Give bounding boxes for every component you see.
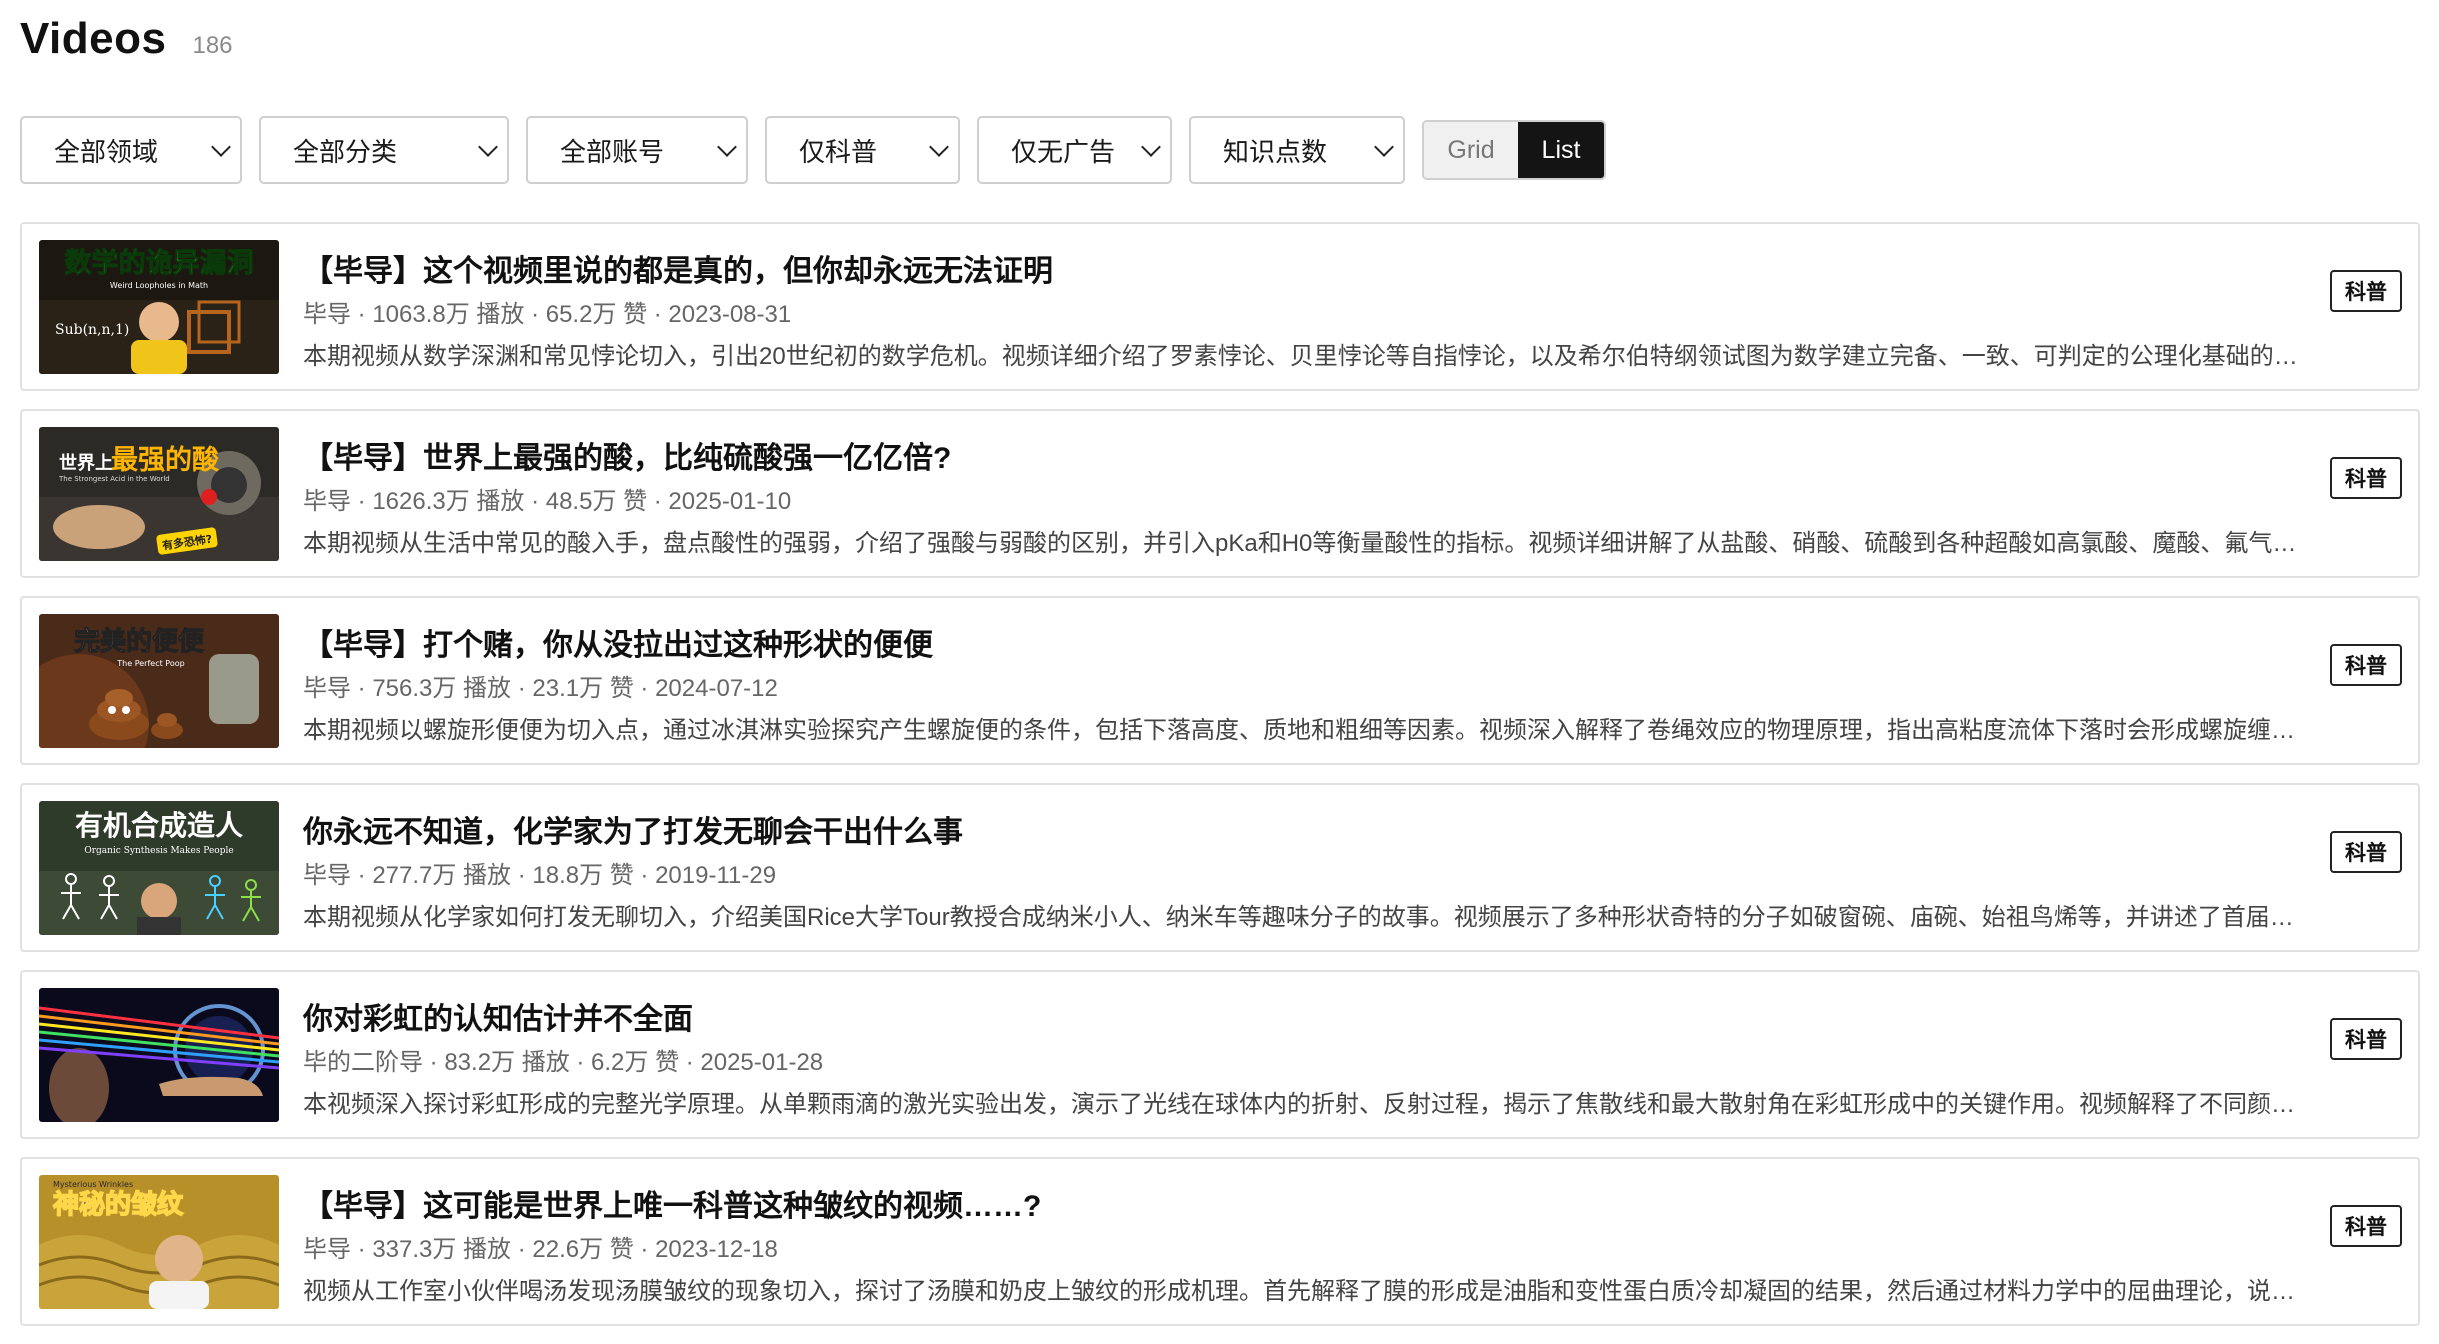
thumb-subtitle: Mysterious Wrinkles bbox=[53, 1180, 133, 1189]
video-card[interactable]: 世界上 最强的酸 The Strongest Acid in the World… bbox=[20, 409, 2420, 578]
filter-bar: 全部领域 全部分类 全部账号 仅科普 仅无广告 知识点数 Grid List bbox=[20, 115, 1606, 185]
video-thumbnail[interactable]: 世界上 最强的酸 The Strongest Acid in the World… bbox=[39, 427, 279, 561]
page-header: Videos 186 bbox=[20, 14, 233, 64]
category-filter-label: 全部分类 bbox=[293, 136, 398, 167]
video-thumbnail[interactable] bbox=[39, 988, 279, 1122]
video-meta: 毕导 · 337.3万 播放 · 22.6万 赞 · 2023-12-18 bbox=[303, 1236, 778, 1263]
video-meta: 毕导 · 756.3万 播放 · 23.1万 赞 · 2024-07-12 bbox=[303, 675, 778, 702]
video-thumbnail[interactable]: 完美的便便 The Perfect Poop bbox=[39, 614, 279, 748]
video-title[interactable]: 【毕导】打个赌，你从没拉出过这种形状的便便 bbox=[303, 620, 933, 664]
videos-page: Videos 186 全部领域 全部分类 全部账号 仅科普 仅无广告 知识点数 bbox=[0, 0, 2439, 1335]
video-title[interactable]: 你对彩虹的认知估计并不全面 bbox=[303, 994, 693, 1038]
no-ads-filter-select[interactable]: 仅无广告 bbox=[977, 116, 1172, 184]
knowledge-points-sort-select[interactable]: 知识点数 bbox=[1189, 116, 1405, 184]
video-thumbnail[interactable]: 数学的诡异漏洞 Weird Loopholes in Math Sub(n,n,… bbox=[39, 240, 279, 374]
science-only-filter-label: 仅科普 bbox=[799, 136, 878, 167]
video-meta: 毕导 · 1626.3万 播放 · 48.5万 赞 · 2025-01-10 bbox=[303, 488, 792, 515]
chevron-down-icon bbox=[717, 137, 737, 157]
video-description: 本视频深入探讨彩虹形成的完整光学原理。从单颗雨滴的激光实验出发，演示了光线在球体… bbox=[303, 1091, 2295, 1118]
video-description: 本期视频从化学家如何打发无聊切入，介绍美国Rice大学Tour教授合成纳米小人、… bbox=[303, 904, 2294, 931]
video-title[interactable]: 【毕导】世界上最强的酸，比纯硫酸强一亿亿倍? bbox=[303, 433, 951, 477]
category-badge: 科普 bbox=[2330, 457, 2402, 499]
thumb-headline: 完美的便便 bbox=[74, 626, 205, 657]
video-card[interactable]: 数学的诡异漏洞 Weird Loopholes in Math Sub(n,n,… bbox=[20, 222, 2420, 391]
video-list: 数学的诡异漏洞 Weird Loopholes in Math Sub(n,n,… bbox=[20, 222, 2420, 1344]
thumb-subtitle: The Perfect Poop bbox=[116, 659, 184, 668]
chevron-down-icon bbox=[1141, 137, 1161, 157]
video-description: 本期视频从数学深渊和常见悖论切入，引出20世纪初的数学危机。视频详细介绍了罗素悖… bbox=[303, 343, 2298, 370]
thumb-headline: 神秘的皱纹 bbox=[53, 1189, 184, 1220]
thumb-headline-part-a: 世界上 bbox=[59, 453, 113, 474]
chevron-down-icon bbox=[211, 137, 231, 157]
video-description: 本期视频从生活中常见的酸入手，盘点酸性的强弱，介绍了强酸与弱酸的区别，并引入pK… bbox=[303, 530, 2297, 557]
video-meta: 毕导 · 277.7万 播放 · 18.8万 赞 · 2019-11-29 bbox=[303, 862, 777, 889]
video-card[interactable]: 有机合成造人 Organic Synthesis Makes People 你永… bbox=[20, 783, 2420, 952]
grid-view-button[interactable]: Grid bbox=[1424, 122, 1518, 178]
video-card[interactable]: 你对彩虹的认知估计并不全面 毕的二阶导 · 83.2万 播放 · 6.2万 赞 … bbox=[20, 970, 2420, 1139]
thumb-subtitle: Weird Loopholes in Math bbox=[110, 281, 208, 290]
chevron-down-icon bbox=[478, 137, 498, 157]
video-title[interactable]: 你永远不知道，化学家为了打发无聊会干出什么事 bbox=[303, 807, 963, 851]
thumb-headline-part-b: 最强的酸 bbox=[111, 444, 220, 476]
video-thumbnail[interactable]: 神秘的皱纹 Mysterious Wrinkles bbox=[39, 1175, 279, 1309]
video-thumbnail[interactable]: 有机合成造人 Organic Synthesis Makes People bbox=[39, 801, 279, 935]
video-card[interactable]: 神秘的皱纹 Mysterious Wrinkles 【毕导】这可能是世界上唯一科… bbox=[20, 1157, 2420, 1326]
video-description: 视频从工作室小伙伴喝汤发现汤膜皱纹的现象切入，探讨了汤膜和奶皮上皱纹的形成机理。… bbox=[303, 1278, 2295, 1305]
knowledge-points-sort-label: 知识点数 bbox=[1223, 136, 1328, 167]
category-filter-select[interactable]: 全部分类 bbox=[259, 116, 509, 184]
category-badge: 科普 bbox=[2330, 1018, 2402, 1060]
science-only-filter-select[interactable]: 仅科普 bbox=[765, 116, 960, 184]
category-badge: 科普 bbox=[2330, 1205, 2402, 1247]
domain-filter-select[interactable]: 全部领域 bbox=[20, 116, 242, 184]
account-filter-select[interactable]: 全部账号 bbox=[526, 116, 748, 184]
video-card[interactable]: 完美的便便 The Perfect Poop 【毕导】打个赌，你从没拉出过这种形… bbox=[20, 596, 2420, 765]
domain-filter-label: 全部领域 bbox=[54, 136, 159, 167]
thumb-subtitle: The Strongest Acid in the World bbox=[58, 475, 170, 483]
video-meta: 毕导 · 1063.8万 播放 · 65.2万 赞 · 2023-08-31 bbox=[303, 301, 792, 328]
video-meta: 毕的二阶导 · 83.2万 播放 · 6.2万 赞 · 2025-01-28 bbox=[303, 1049, 824, 1076]
thumb-subtitle: Organic Synthesis Makes People bbox=[84, 846, 233, 856]
account-filter-label: 全部账号 bbox=[560, 136, 665, 167]
thumb-formula: Sub(n,n,1) bbox=[55, 322, 129, 338]
page-title: Videos bbox=[20, 14, 167, 63]
thumb-headline: 有机合成造人 bbox=[75, 809, 243, 842]
thumb-headline: 数学的诡异漏洞 bbox=[65, 247, 254, 279]
category-badge: 科普 bbox=[2330, 644, 2402, 686]
category-badge: 科普 bbox=[2330, 270, 2402, 312]
category-badge: 科普 bbox=[2330, 831, 2402, 873]
video-count: 186 bbox=[192, 32, 233, 59]
video-description: 本期视频以螺旋形便便为切入点，通过冰淇淋实验探究产生螺旋便的条件，包括下落高度、… bbox=[303, 717, 2295, 744]
video-title[interactable]: 【毕导】这个视频里说的都是真的，但你却永远无法证明 bbox=[303, 246, 1053, 290]
list-view-button[interactable]: List bbox=[1518, 122, 1604, 178]
chevron-down-icon bbox=[929, 137, 949, 157]
view-toggle: Grid List bbox=[1422, 120, 1606, 180]
chevron-down-icon bbox=[1374, 137, 1394, 157]
no-ads-filter-label: 仅无广告 bbox=[1011, 136, 1116, 167]
video-title[interactable]: 【毕导】这可能是世界上唯一科普这种皱纹的视频……? bbox=[303, 1181, 1041, 1225]
